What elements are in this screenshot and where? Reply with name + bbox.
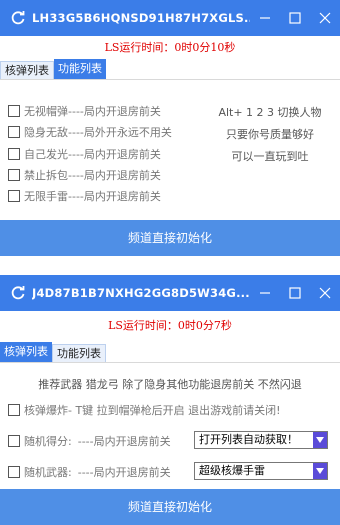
window-title: LH33G5B6HQNSD91H87H7XGLS... (32, 11, 250, 25)
checkbox[interactable] (8, 148, 20, 160)
tab-bar: 核弹列表 功能列表 (0, 342, 340, 363)
close-icon (319, 287, 331, 299)
checkbox[interactable] (8, 435, 20, 447)
recommend-text: 推荐武器 猎龙弓 除了隐身其他功能退房前关 不然闪退 (38, 378, 302, 391)
runtime-label: LS运行时间：0时0分7秒 (108, 319, 232, 332)
hint-play: 可以一直玩到吐 (231, 150, 309, 163)
close-button[interactable] (310, 275, 340, 311)
maximize-icon (289, 12, 301, 24)
checkbox[interactable] (8, 126, 20, 138)
option-desc: ----局外开永远不用关 (68, 126, 172, 139)
runtime-label: LS运行时间：0时0分10秒 (104, 41, 236, 54)
weapon-select[interactable]: 超级核爆手雷 (194, 462, 328, 480)
option-row[interactable]: 随机得分: ----局内开退房前关 (8, 432, 171, 450)
chevron-down-icon[interactable] (313, 463, 327, 479)
checkbox[interactable] (8, 105, 20, 117)
init-channel-button[interactable]: 频道直接初始化 (0, 489, 340, 525)
option-desc: ----局内开退房前关 (68, 148, 161, 161)
tab-function-list[interactable]: 功能列表 (54, 59, 106, 79)
option-label: 核弹爆炸 (24, 404, 68, 417)
hint-account: 只要你号质量够好 (226, 128, 314, 141)
tab-bar: 核弹列表 功能列表 (0, 59, 340, 80)
option-desc: - T键 拉到帽弹枪后开启 退出游戏前请关闭! (68, 404, 281, 417)
select-value: 超级核爆手雷 (199, 464, 265, 477)
checkbox[interactable] (8, 404, 20, 416)
maximize-button[interactable] (280, 275, 310, 311)
refresh-icon (11, 286, 25, 300)
tab-nuke-list[interactable]: 核弹列表 (0, 342, 52, 362)
score-select[interactable]: 打开列表自动获取！ (194, 431, 328, 449)
chevron-down-icon[interactable] (313, 432, 327, 448)
tab-function-list[interactable]: 功能列表 (52, 344, 106, 362)
option-desc: ----局内开退房前关 (68, 105, 161, 118)
close-button[interactable] (310, 0, 340, 36)
refresh-icon (11, 11, 25, 25)
option-row[interactable]: 自己发光 ----局内开退房前关 (8, 145, 161, 163)
title-bar[interactable]: J4D87B1B7NXHG2GG8D5W34G... (0, 275, 340, 311)
close-icon (319, 12, 331, 24)
option-label: 禁止拆包 (24, 169, 68, 182)
window-1: LH33G5B6HQNSD91H87H7XGLS... LS运行时间：0时0分1… (0, 0, 340, 266)
option-label: 随机得分: (24, 435, 72, 448)
minimize-button[interactable] (250, 0, 280, 36)
watermark-badge: TROMIN (311, 258, 336, 265)
checkbox[interactable] (8, 190, 20, 202)
option-row[interactable]: 禁止拆包 ----局内开退房前关 (8, 166, 161, 184)
maximize-icon (289, 287, 301, 299)
tab-nuke-list[interactable]: 核弹列表 (0, 61, 54, 79)
option-label: 隐身无敌 (24, 126, 68, 139)
checkbox[interactable] (8, 466, 20, 478)
window-title: J4D87B1B7NXHG2GG8D5W34G... (32, 286, 250, 300)
option-desc: ----局内开退房前关 (68, 190, 161, 203)
option-label: 随机武器: (24, 466, 72, 479)
option-row[interactable]: 无限手雷 ----局内开退房前关 (8, 187, 161, 205)
option-label: 无限手雷 (24, 190, 68, 203)
option-label: 自己发光 (24, 148, 68, 161)
hint-hotkeys: Alt+ 1 2 3 切换人物 (218, 106, 322, 119)
option-desc: ----局内开退房前关 (68, 169, 161, 182)
option-desc: ----局内开退房前关 (77, 466, 171, 479)
option-row[interactable]: 核弹爆炸 - T键 拉到帽弹枪后开启 退出游戏前请关闭! (8, 401, 281, 419)
title-bar[interactable]: LH33G5B6HQNSD91H87H7XGLS... (0, 0, 340, 36)
minimize-icon (260, 292, 270, 294)
option-row[interactable]: 隐身无敌 ----局外开永远不用关 (8, 123, 172, 141)
option-label: 无视帽弹 (24, 105, 68, 118)
select-value: 打开列表自动获取！ (199, 433, 298, 446)
option-row[interactable]: 随机武器: ----局内开退房前关 (8, 463, 171, 481)
maximize-button[interactable] (280, 0, 310, 36)
option-row[interactable]: 无视帽弹 ----局内开退房前关 (8, 102, 161, 120)
minimize-icon (260, 17, 270, 19)
checkbox[interactable] (8, 169, 20, 181)
minimize-button[interactable] (250, 275, 280, 311)
window-2: J4D87B1B7NXHG2GG8D5W34G... LS运行时间：0时0分7秒… (0, 275, 340, 525)
option-desc: ----局内开退房前关 (77, 435, 171, 448)
init-channel-button[interactable]: 频道直接初始化 (0, 220, 340, 256)
